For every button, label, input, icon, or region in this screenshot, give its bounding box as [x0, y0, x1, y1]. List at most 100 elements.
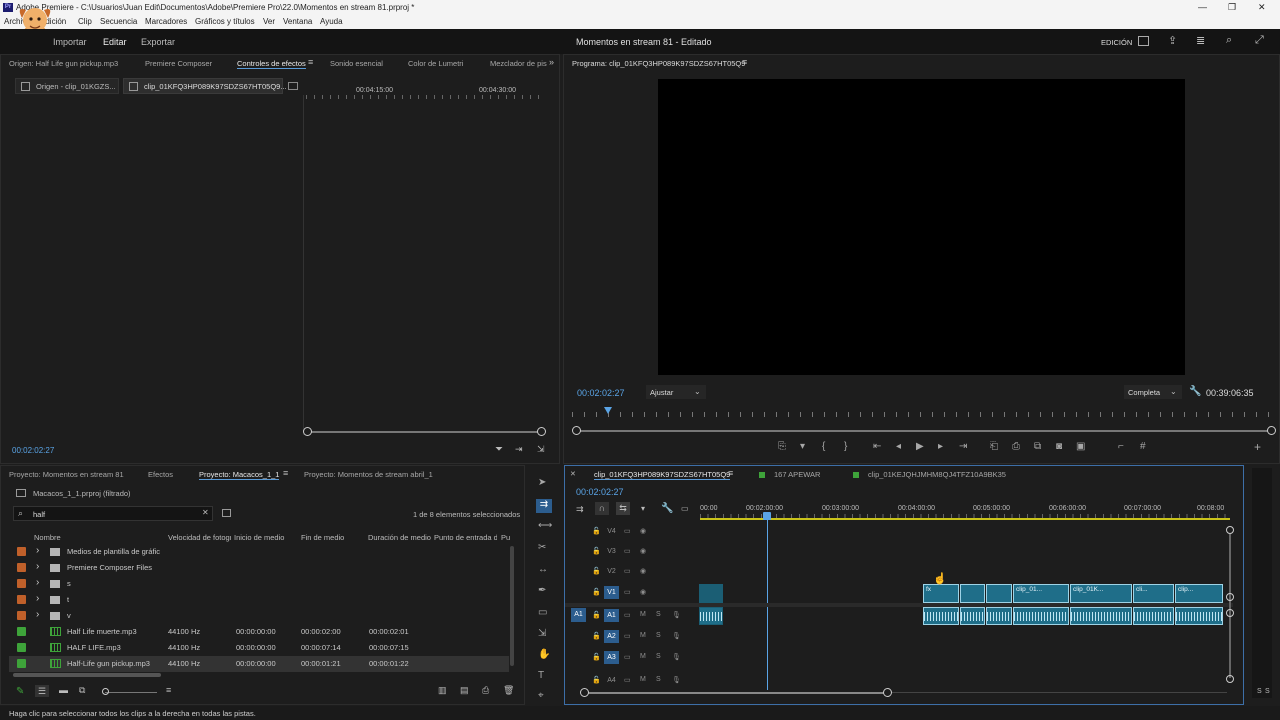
mark-in-icon[interactable]: {: [822, 441, 825, 453]
audio-clip[interactable]: [1013, 607, 1069, 625]
pencil-icon[interactable]: ✎: [16, 686, 24, 697]
subtab-clip[interactable]: clip_01KFQ3HP089K97SDZS67HT05Q9...: [123, 78, 287, 94]
label-color-swatch[interactable]: [17, 643, 26, 652]
icon-view-icon[interactable]: ▬: [59, 685, 68, 695]
tab-editar[interactable]: Editar: [103, 37, 127, 47]
trim-icon[interactable]: ⌐: [1118, 441, 1124, 453]
razor-tool-icon[interactable]: ✂: [538, 542, 546, 554]
nest-icon[interactable]: ⇉: [576, 504, 584, 515]
lock-icon[interactable]: 🔓: [592, 632, 601, 640]
search-icon[interactable]: ⌕: [1226, 34, 1232, 47]
video-clip[interactable]: [960, 584, 985, 603]
step-back-icon[interactable]: ◂: [896, 441, 901, 453]
column-media-end[interactable]: Fin de medio: [301, 533, 344, 542]
sync-icon[interactable]: ▭: [624, 588, 631, 596]
track-select-tool-icon[interactable]: ⇉: [536, 499, 552, 513]
close-button[interactable]: ✕: [1258, 2, 1266, 13]
wrench-icon[interactable]: 🔧: [1189, 386, 1201, 397]
search-box[interactable]: ⌕ half ✕: [13, 506, 213, 521]
overflow-icon[interactable]: »: [549, 57, 554, 67]
mic-icon[interactable]: 🎙: [672, 653, 681, 661]
tab-source[interactable]: Origen: Half Life gun pickup.mp3: [9, 59, 118, 68]
horizontal-scrollbar[interactable]: [13, 673, 161, 677]
menu-ayuda[interactable]: Ayuda: [320, 17, 343, 26]
lock-icon[interactable]: 🔓: [592, 588, 601, 596]
automate-icon[interactable]: ▥: [438, 685, 447, 696]
zoom-slider[interactable]: [105, 692, 157, 693]
menu-marcadores[interactable]: Marcadores: [145, 17, 187, 26]
audio-clip[interactable]: [1133, 607, 1174, 625]
audio-clip[interactable]: [1070, 607, 1132, 625]
pen-tool-icon[interactable]: ✒: [538, 585, 546, 597]
track-label-a1[interactable]: A1: [604, 609, 619, 622]
queue-icon[interactable]: ≣: [1196, 34, 1205, 47]
freeform-view-icon[interactable]: ⧉: [79, 685, 85, 696]
mark-out-icon[interactable]: }: [844, 441, 847, 453]
video-clip[interactable]: clip...: [1175, 584, 1223, 603]
export-frame-icon[interactable]: ⇲: [537, 444, 545, 455]
column-media-start[interactable]: Inicio de medio: [234, 533, 284, 542]
sync-icon[interactable]: ▭: [624, 527, 631, 535]
filter-icon[interactable]: ⏷: [495, 444, 503, 455]
solo-button[interactable]: S: [656, 632, 661, 639]
mute-button[interactable]: M: [640, 653, 646, 660]
menu-graficos[interactable]: Gráficos y títulos: [195, 17, 255, 26]
lift-icon[interactable]: ⎗: [990, 441, 998, 453]
chevron-right-icon[interactable]: ›: [36, 545, 39, 556]
tab-project-main[interactable]: Proyecto: Momentos en stream 81: [9, 470, 124, 479]
tab-lumetri[interactable]: Color de Lumetri: [408, 59, 463, 68]
eye-icon[interactable]: ◉: [640, 547, 646, 555]
add-marker-icon[interactable]: ⎘: [778, 441, 786, 453]
timeline-settings-icon[interactable]: 🔧: [661, 503, 673, 514]
list-item[interactable]: › v: [9, 608, 509, 624]
mute-button[interactable]: M: [640, 632, 646, 639]
source-timecode[interactable]: 00:02:02:27: [12, 446, 54, 455]
new-item-icon[interactable]: ⎙: [482, 685, 489, 696]
zoom-handle-left[interactable]: [303, 427, 312, 436]
zoom-handle-right[interactable]: [537, 427, 546, 436]
list-item[interactable]: Half Life muerte.mp3 44100 Hz 00:00:00:00 0…: [9, 624, 509, 640]
tab-project-abril[interactable]: Proyecto: Momentos de stream abril_1: [304, 470, 433, 479]
sync-icon[interactable]: ▭: [624, 611, 631, 619]
track-label-a2[interactable]: A2: [604, 630, 619, 643]
marker-icon[interactable]: ▾: [800, 441, 805, 453]
label-color-swatch[interactable]: [17, 579, 26, 588]
tab-effect-controls[interactable]: Controles de efectos: [237, 59, 306, 69]
label-color-swatch[interactable]: [17, 611, 26, 620]
chevron-right-icon[interactable]: ›: [36, 561, 39, 572]
video-clip[interactable]: clip_01...: [1013, 584, 1069, 603]
audio-clip[interactable]: [923, 607, 959, 625]
list-item[interactable]: › s: [9, 576, 509, 592]
meter-label[interactable]: S: [1257, 688, 1262, 695]
go-to-out-icon[interactable]: ⇥: [959, 441, 967, 453]
program-timecode[interactable]: 00:02:02:27: [577, 388, 625, 398]
step-forward-icon[interactable]: ▸: [938, 441, 943, 453]
ripple-edit-tool-icon[interactable]: ⟷: [538, 520, 552, 532]
list-item[interactable]: › Medios de plantilla de gráfic: [9, 544, 509, 560]
add-marker-icon[interactable]: ▾: [641, 504, 645, 513]
program-title[interactable]: Programa: clip_01KFQ3HP089K97SDZS67HT05Q…: [572, 59, 745, 68]
type-tool-icon[interactable]: T: [538, 670, 544, 682]
maximize-button[interactable]: ❐: [1228, 2, 1236, 13]
chevron-right-icon[interactable]: ›: [36, 593, 39, 604]
clear-search-icon[interactable]: ✕: [202, 508, 209, 517]
list-item[interactable]: Half-Life gun pickup.mp3 44100 Hz 00:00:00…: [9, 656, 509, 672]
label-color-swatch[interactable]: [17, 547, 26, 556]
tab-premiere-composer[interactable]: Premiere Composer: [145, 59, 212, 68]
selection-tool-icon[interactable]: ➤: [538, 477, 546, 489]
workspace-mode[interactable]: EDICIÓN: [1101, 38, 1132, 47]
timeline-timecode[interactable]: 00:02:02:27: [576, 487, 624, 497]
mute-button[interactable]: M: [640, 676, 646, 683]
search-input[interactable]: half: [33, 510, 45, 519]
lock-icon[interactable]: 🔓: [592, 676, 601, 684]
snap-icon[interactable]: ∩: [595, 502, 609, 515]
go-to-in-icon[interactable]: ⇤: [873, 441, 881, 453]
menu-icon[interactable]: ≡: [308, 57, 313, 67]
track-label-a3[interactable]: A3: [604, 651, 619, 664]
compare-icon[interactable]: ⧉: [1034, 441, 1041, 453]
scroll-handle[interactable]: [1226, 609, 1234, 617]
scroll-handle[interactable]: [1226, 593, 1234, 601]
label-color-swatch[interactable]: [17, 627, 26, 636]
tab-effects[interactable]: Efectos: [148, 470, 173, 479]
hand-tool-icon[interactable]: ✋: [538, 649, 550, 661]
